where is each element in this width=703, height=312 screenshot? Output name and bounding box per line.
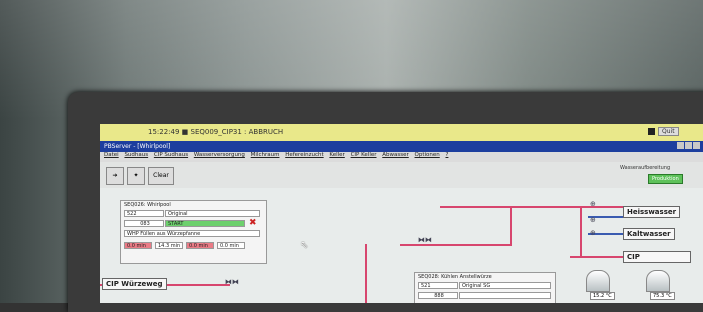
whirlpool-timer-1: 0.0 min xyxy=(124,242,152,249)
valve-icon[interactable]: ⊕ xyxy=(590,200,596,208)
cooling-step-no: 888 xyxy=(418,292,458,299)
menu-wasserversorgung[interactable]: Wasserversorgung xyxy=(194,152,245,158)
menu-sudhaus[interactable]: Sudhaus xyxy=(124,152,148,158)
status-bar: 15:22:49 ■ SEQ009_CIP31 : ABBRUCH Quit xyxy=(100,124,703,141)
tank-left-value: 15.2 °C xyxy=(590,292,615,300)
menu-datei[interactable]: Datei xyxy=(104,152,119,158)
alarm-indicator-icon[interactable] xyxy=(648,128,655,135)
minimize-icon[interactable] xyxy=(677,142,684,149)
target-cip[interactable]: CIP xyxy=(623,251,691,263)
tank-right-value: 75.3 °C xyxy=(650,292,675,300)
whirlpool-timer-4: 0.0 min xyxy=(217,242,245,249)
whirlpool-step-no: 083 xyxy=(124,220,164,227)
cooling-title: SEQ028: Kühlen Anstellwürze xyxy=(418,274,492,280)
monitor-screen: 15:22:49 ■ SEQ009_CIP31 : ABBRUCH Quit P… xyxy=(100,124,703,303)
whirlpool-timer-2: 14.3 min xyxy=(155,242,183,249)
menu-hefereinzucht[interactable]: Hefereinzucht xyxy=(285,152,323,158)
menu-optionen[interactable]: Optionen xyxy=(415,152,440,158)
production-badge[interactable]: Produktion xyxy=(648,174,683,184)
whirlpool-step-state[interactable]: START xyxy=(165,220,245,227)
menu-keller[interactable]: Keller xyxy=(329,152,344,158)
cooling-code: 521 xyxy=(418,282,458,289)
menu-milchraum[interactable]: Milchraum xyxy=(251,152,280,158)
whirlpool-panel: SEQ026: Whirlpool 522 Original 083 START… xyxy=(120,200,267,264)
whirlpool-code: 522 xyxy=(124,210,164,217)
settings-icon[interactable]: ✦ xyxy=(127,167,145,185)
pipe-down-left xyxy=(365,244,367,303)
pipe-hot-main xyxy=(440,206,630,208)
maximize-icon[interactable] xyxy=(685,142,692,149)
whirlpool-title: SEQ026: Whirlpool xyxy=(124,202,171,208)
menu-help[interactable]: ? xyxy=(446,152,449,158)
status-message: 15:22:49 ■ SEQ009_CIP31 : ABBRUCH xyxy=(148,128,284,136)
whirlpool-recipe: Original xyxy=(165,210,260,217)
login-icon[interactable]: ➔ xyxy=(106,167,124,185)
tank-left[interactable] xyxy=(586,270,610,292)
clear-button[interactable]: Clear xyxy=(148,167,174,185)
mouse-pointer-icon: ⇖ xyxy=(300,240,309,251)
window-title-bar: PBServer - [Whirlpool] xyxy=(100,141,703,152)
cip-route-box[interactable]: CIP Würzeweg xyxy=(102,278,167,290)
toolbar: ➔ ✦ Clear Wasseraufbereitung Produktion xyxy=(100,162,703,188)
pipe-cip-line xyxy=(570,256,630,258)
cooling-step-state xyxy=(459,292,551,299)
cooling-recipe: Original SG xyxy=(459,282,551,289)
close-icon[interactable] xyxy=(693,142,700,149)
pipe-hot-riser xyxy=(510,206,512,246)
menu-cip-keller[interactable]: CIP Keller xyxy=(351,152,377,158)
whirlpool-timer-3: 0.0 min xyxy=(186,242,214,249)
tank-right[interactable] xyxy=(646,270,670,292)
menu-abwasser[interactable]: Abwasser xyxy=(382,152,409,158)
valve-icon[interactable]: ⧓⧓ xyxy=(418,236,432,244)
cooling-panel: SEQ028: Kühlen Anstellwürze 521 Original… xyxy=(414,272,556,303)
quit-button[interactable]: Quit xyxy=(658,127,679,136)
valve-icon[interactable]: ⊕ xyxy=(590,216,596,224)
valve-icon[interactable]: ⧓⧓ xyxy=(225,278,239,286)
window-controls xyxy=(676,142,700,151)
window-title: PBServer - [Whirlpool] xyxy=(104,143,171,150)
pipe-cip-riser xyxy=(580,206,582,258)
valve-icon[interactable]: ⊕ xyxy=(590,229,596,237)
cancel-step-icon[interactable]: ✖ xyxy=(249,218,257,228)
whirlpool-step-text: WHP Füllen aus Würzepfanne xyxy=(124,230,260,237)
pipe-manifold xyxy=(400,244,510,246)
target-cold-water[interactable]: Kaltwasser xyxy=(623,228,675,240)
menu-cip-sudhaus[interactable]: CIP Sudhaus xyxy=(154,152,188,158)
area-label: Wasseraufbereitung xyxy=(620,165,671,171)
menu-bar: Datei Sudhaus CIP Sudhaus Wasserversorgu… xyxy=(100,152,703,162)
target-hot-water[interactable]: Heisswasser xyxy=(623,206,681,218)
